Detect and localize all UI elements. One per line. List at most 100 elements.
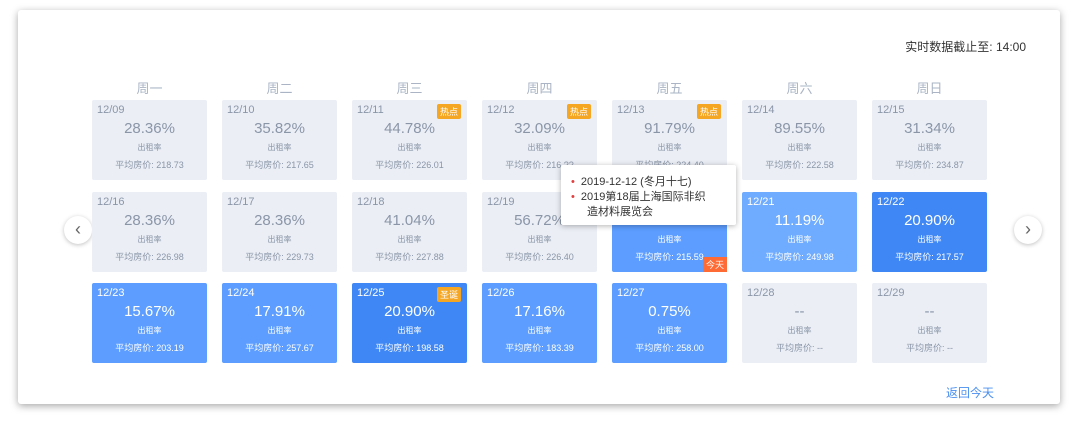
average-price: 平均房价: 218.73 <box>92 158 207 171</box>
average-price: 平均房价: 258.00 <box>612 341 727 354</box>
calendar-day[interactable]: 12/26 17.16% 出租率 平均房价: 183.39 <box>482 283 597 363</box>
occupancy-label: 出租率 <box>657 235 682 244</box>
day-date: 12/17 <box>227 196 255 208</box>
day-date: 12/18 <box>357 196 385 208</box>
average-price: 平均房价: 226.40 <box>482 250 597 263</box>
weekday-header: 周日 <box>916 81 943 96</box>
weekday-header: 周一 <box>136 81 163 96</box>
back-today-link[interactable]: 返回今天 <box>946 384 994 401</box>
average-price: 平均房价: 234.87 <box>872 158 987 171</box>
calendar-day[interactable]: 12/22 20.90% 出租率 平均房价: 217.57 <box>872 192 987 272</box>
day-date: 12/28 <box>747 287 775 299</box>
average-price-value: 198.58 <box>416 343 444 353</box>
occupancy-rate: 0.75% <box>648 303 691 320</box>
calendar-day[interactable]: 12/14 89.55% 出租率平均房价: 222.58 <box>742 100 857 180</box>
day-date: 12/12 <box>487 104 515 116</box>
day-date: 12/19 <box>487 196 515 208</box>
average-price-label: 平均房价: <box>505 160 547 170</box>
calendar-panel: 实时数据截止至: 14:00 周一 周二 周三 周四 周五 周六 周日 ‹ › 12/09 2… <box>18 10 1060 404</box>
average-price-label: 平均房价: <box>115 160 157 170</box>
average-price-value: 249.98 <box>806 252 834 262</box>
tooltip-event: 2019第18届上海国际非织 <box>580 191 706 203</box>
average-price: 平均房价: 257.67 <box>222 341 337 354</box>
weekday-header: 周五 <box>656 81 683 96</box>
calendar-day[interactable]: 12/17 28.36% 出租率 平均房价: 229.73 <box>222 192 337 272</box>
average-price-value: 257.67 <box>286 343 314 353</box>
day-date: 12/09 <box>97 104 125 116</box>
average-price-value: -- <box>947 343 953 353</box>
average-price-label: 平均房价: <box>765 160 807 170</box>
average-price-value: 215.59 <box>676 252 704 262</box>
calendar-day[interactable]: 12/10 35.82% 出租率 平均房价: 217.65 <box>222 100 337 180</box>
average-price-label: 平均房价: <box>505 252 547 262</box>
average-price: 平均房价: 226.01 <box>352 158 467 171</box>
occupancy-label: 出租率 <box>397 326 422 335</box>
occupancy-label: 出租率 <box>137 143 162 152</box>
calendar-day[interactable]: 12/24 17.91% 出租率 平均房价: 257.67 <box>222 283 337 363</box>
occupancy-rate: 35.82% <box>254 120 305 137</box>
occupancy-rate: 17.16% <box>514 303 565 320</box>
occupancy-label: 出租率 <box>527 326 552 335</box>
calendar-day[interactable]: 12/28 -- 出租率平均房价: -- <box>742 283 857 363</box>
calendar-day[interactable]: 12/23 15.67% 出租率 平均房价: 203.19 <box>92 283 207 363</box>
day-date: 12/14 <box>747 104 775 116</box>
occupancy-label: 出租率 <box>527 143 552 152</box>
occupancy-label: 出租率 <box>787 326 812 335</box>
average-price-label: 平均房价: <box>375 252 417 262</box>
average-price-label: 平均房价: <box>375 343 417 353</box>
average-price-value: -- <box>817 343 823 353</box>
average-price-value: 227.88 <box>416 252 444 262</box>
occupancy-label: 出租率 <box>397 235 422 244</box>
average-price: 平均房价: -- <box>742 341 857 354</box>
bullet-icon: • <box>571 176 575 188</box>
calendar-day[interactable]: 12/21 11.19% 出租率 平均房价: 249.98 <box>742 192 857 272</box>
occupancy-rate: 91.79% <box>644 120 695 137</box>
occupancy-label: 出租率 <box>137 326 162 335</box>
average-price-label: 平均房价: <box>115 343 157 353</box>
average-price: 平均房价: 217.57 <box>872 250 987 263</box>
weekday-header: 周二 <box>266 81 293 96</box>
average-price: 平均房价: 229.73 <box>222 250 337 263</box>
average-price-value: 222.58 <box>806 160 834 170</box>
occupancy-rate: 15.67% <box>124 303 175 320</box>
calendar-day[interactable]: 12/09 28.36% 出租率 平均房价: 218.73 <box>92 100 207 180</box>
average-price-value: 258.00 <box>676 343 704 353</box>
occupancy-label: 出租率 <box>527 235 552 244</box>
average-price-label: 平均房价: <box>765 252 807 262</box>
occupancy-label: 出租率 <box>657 143 682 152</box>
bullet-icon: • <box>571 191 575 203</box>
occupancy-rate: 89.55% <box>774 120 825 137</box>
calendar-day[interactable]: 12/11 热点 44.78% 出租率 平均房价: 226.01 <box>352 100 467 180</box>
data-updated-label: 实时数据截止至: 14:00 <box>905 40 1026 54</box>
today-badge: 今天 <box>702 257 727 272</box>
average-price-label: 平均房价: <box>245 252 287 262</box>
occupancy-label: 出租率 <box>917 143 942 152</box>
average-price-value: 226.40 <box>546 252 574 262</box>
calendar-day[interactable]: 12/25 圣诞 20.90% 出租率 平均房价: 198.58 <box>352 283 467 363</box>
occupancy-label: 出租率 <box>787 143 812 152</box>
calendar-day[interactable]: 12/29 -- 出租率 平均房价: -- <box>872 283 987 363</box>
occupancy-label: 出租率 <box>917 235 942 244</box>
calendar-day[interactable]: 12/27 0.75% 出租率 平均房价: 258.00 <box>612 283 727 363</box>
average-price-label: 平均房价: <box>245 343 287 353</box>
chevron-right-icon[interactable]: › <box>1014 216 1042 244</box>
average-price-value: 234.87 <box>936 160 964 170</box>
calendar-day[interactable]: 12/18 41.04% 出租率 平均房价: 227.88 <box>352 192 467 272</box>
occupancy-rate: 20.90% <box>384 303 435 320</box>
average-price-value: 229.73 <box>286 252 314 262</box>
calendar-day[interactable]: 12/16 28.36% 出租率 平均房价: 226.98 <box>92 192 207 272</box>
average-price-value: 217.57 <box>936 252 964 262</box>
weekday-header: 周四 <box>526 81 553 96</box>
average-price: 平均房价: 227.88 <box>352 250 467 263</box>
average-price: 平均房价: -- <box>872 341 987 354</box>
event-badge: 热点 <box>696 104 721 119</box>
average-price-label: 平均房价: <box>635 252 677 262</box>
occupancy-rate: 20.90% <box>904 212 955 229</box>
occupancy-label: 出租率 <box>267 326 292 335</box>
average-price-label: 平均房价: <box>895 160 937 170</box>
occupancy-label: 出租率 <box>397 143 422 152</box>
calendar-day[interactable]: 12/15 31.34% 出租率 平均房价: 234.87 <box>872 100 987 180</box>
chevron-left-icon[interactable]: ‹ <box>64 216 92 244</box>
occupancy-rate: 31.34% <box>904 120 955 137</box>
weekday-header: 周六 <box>786 81 813 96</box>
